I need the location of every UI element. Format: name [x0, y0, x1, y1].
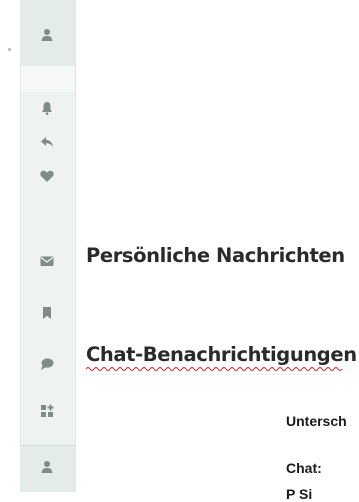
- field-label-signature: Untersch: [286, 413, 347, 429]
- heading-chat-notifications: Chat-Benachrichtigungen: [86, 343, 357, 366]
- envelope-icon[interactable]: [39, 253, 55, 269]
- field-label-chat: Chat:: [286, 460, 322, 476]
- user-icon[interactable]: [39, 459, 55, 475]
- spellcheck-underline: [86, 367, 343, 371]
- field-label-partial: P Si: [286, 486, 313, 502]
- bell-icon[interactable]: [39, 100, 55, 116]
- apps-icon[interactable]: [39, 403, 55, 419]
- sidebar-separator: [21, 66, 74, 92]
- bookmark-icon[interactable]: [39, 305, 55, 321]
- heading-private-messages: Persönliche Nachrichten: [86, 244, 345, 267]
- heart-icon[interactable]: [39, 168, 55, 184]
- reply-icon[interactable]: [39, 134, 55, 150]
- chat-bubble-icon[interactable]: [39, 356, 55, 372]
- edge-dot: [8, 48, 11, 51]
- user-icon[interactable]: [39, 27, 55, 43]
